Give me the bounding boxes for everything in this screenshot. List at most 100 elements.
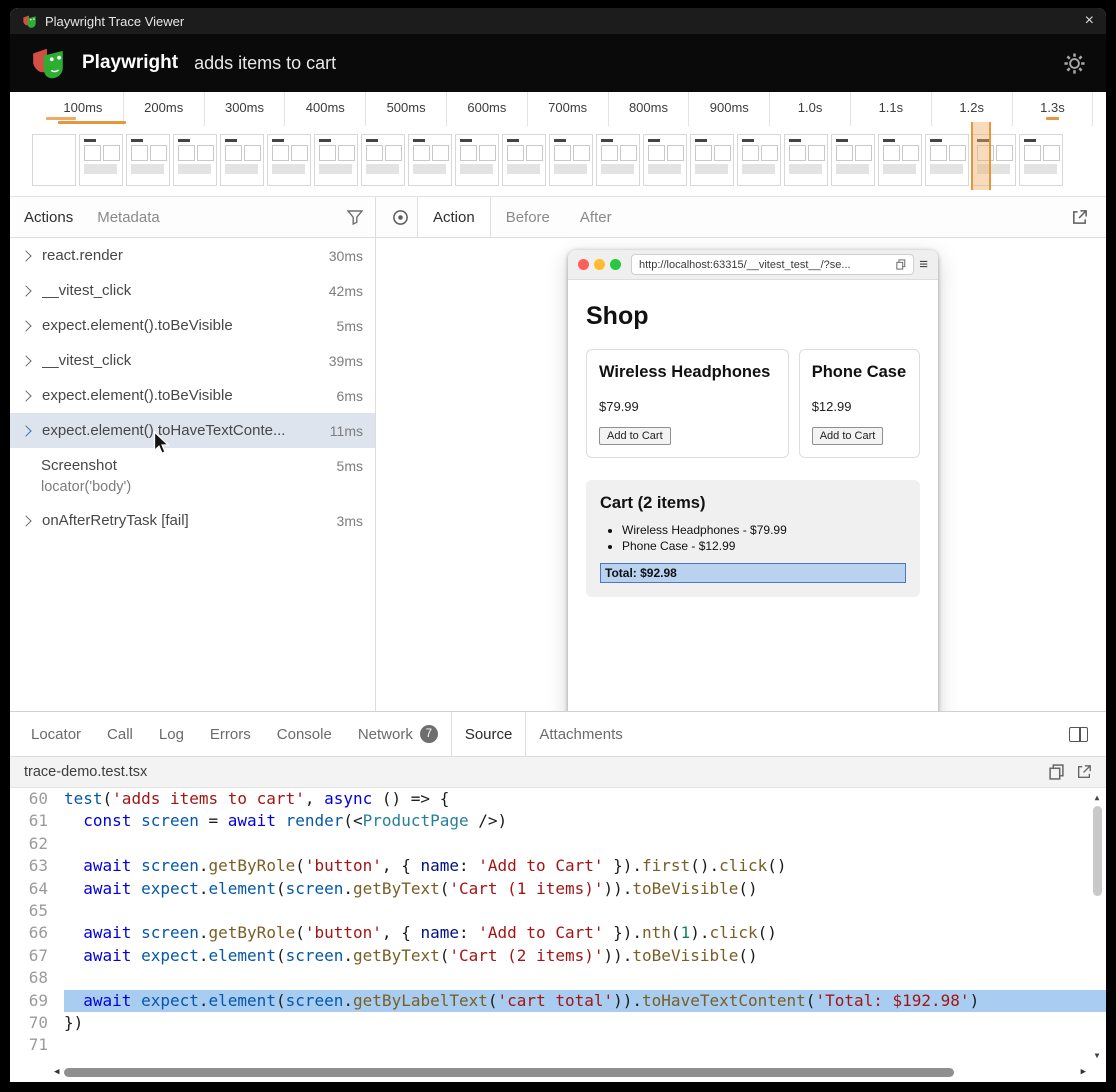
settings-gear-icon[interactable] — [1063, 52, 1086, 75]
timeline-thumbnail[interactable] — [737, 134, 781, 186]
timeline-thumbnail[interactable] — [79, 134, 123, 186]
tab-network[interactable]: Network7 — [345, 712, 451, 756]
timeline-thumbnail[interactable] — [1019, 134, 1063, 186]
timeline-thumbnail[interactable] — [32, 134, 76, 186]
pick-locator-icon[interactable] — [392, 209, 409, 226]
code-text — [64, 967, 1106, 989]
cart-item: Phone Case - $12.99 — [622, 539, 906, 553]
tab-locator[interactable]: Locator — [18, 712, 94, 756]
action-list-item[interactable]: __vitest_click39ms — [10, 343, 375, 378]
chevron-right-icon[interactable] — [20, 515, 31, 526]
timeline[interactable]: 100ms200ms300ms400ms500ms600ms700ms800ms… — [10, 92, 1106, 197]
timeline-thumbnail[interactable] — [502, 134, 546, 186]
timeline-thumbnail[interactable] — [126, 134, 170, 186]
open-source-external-icon[interactable] — [1076, 764, 1092, 780]
timeline-thumbnail[interactable] — [925, 134, 969, 186]
scroll-right-icon[interactable]: ▶ — [1081, 1068, 1086, 1077]
action-row[interactable]: __vitest_click42ms — [10, 273, 375, 308]
timeline-thumbnail[interactable] — [596, 134, 640, 186]
layout-toggle-icon[interactable] — [1069, 727, 1088, 742]
timeline-thumbnail[interactable] — [643, 134, 687, 186]
action-row[interactable]: react.render30ms — [10, 238, 375, 273]
timeline-thumbnail[interactable] — [878, 134, 922, 186]
tab-call[interactable]: Call — [94, 712, 146, 756]
action-row[interactable]: expect.element().toHaveTextConte...11ms — [10, 413, 375, 448]
timeline-label: 1.3s — [1013, 92, 1094, 126]
chevron-right-icon[interactable] — [20, 425, 31, 436]
timeline-thumbnail[interactable] — [784, 134, 828, 186]
line-number: 62 — [10, 833, 64, 855]
scroll-left-icon[interactable]: ◀ — [54, 1068, 59, 1077]
source-code-view[interactable]: 60test('adds items to cart', async () =>… — [10, 788, 1106, 1082]
action-list-item[interactable]: expect.element().toBeVisible5ms — [10, 308, 375, 343]
timeline-thumbnail[interactable] — [549, 134, 593, 186]
copy-url-icon[interactable] — [896, 259, 906, 270]
scroll-down-icon[interactable]: ▼ — [1095, 1052, 1100, 1060]
tab-console[interactable]: Console — [264, 712, 345, 756]
timeline-thumbnail[interactable] — [408, 134, 452, 186]
brand-name: Playwright — [82, 52, 178, 74]
action-row[interactable]: expect.element().toBeVisible6ms — [10, 378, 375, 413]
tab-after[interactable]: After — [565, 197, 627, 237]
line-number: 64 — [10, 878, 64, 900]
timeline-thumbnail[interactable] — [831, 134, 875, 186]
tab-actions[interactable]: Actions — [22, 197, 75, 237]
url-text: http://localhost:63315/__vitest_test__/?… — [639, 259, 891, 271]
timeline-label: 1.2s — [932, 92, 1013, 126]
action-list-item[interactable]: react.render30ms — [10, 238, 375, 273]
browser-menu-icon[interactable]: ≡ — [919, 257, 928, 272]
timeline-thumbnail[interactable] — [690, 134, 734, 186]
thumb-cards-mark — [695, 145, 733, 161]
cart-item: Wireless Headphones - $79.99 — [622, 523, 906, 537]
action-list-item[interactable]: expect.element().toHaveTextConte...11ms — [10, 413, 375, 448]
tab-errors[interactable]: Errors — [197, 712, 264, 756]
chevron-right-icon[interactable] — [20, 250, 31, 261]
tab-source[interactable]: Source — [451, 712, 527, 756]
action-list-item[interactable]: onAfterRetryTask [fail]3ms — [10, 503, 375, 538]
action-row[interactable]: __vitest_click39ms — [10, 343, 375, 378]
action-row[interactable]: onAfterRetryTask [fail]3ms — [10, 503, 375, 538]
tab-metadata[interactable]: Metadata — [95, 197, 162, 237]
chevron-right-icon[interactable] — [20, 320, 31, 331]
thumb-cart-mark — [272, 164, 305, 174]
action-list-item[interactable]: expect.element().toBeVisible6ms — [10, 378, 375, 413]
action-row[interactable]: Screenshot5ms — [10, 448, 375, 483]
add-to-cart-button[interactable]: Add to Cart — [599, 427, 671, 445]
filter-icon[interactable] — [347, 210, 363, 225]
action-list-item[interactable]: __vitest_click42ms — [10, 273, 375, 308]
copy-source-icon[interactable] — [1049, 764, 1064, 780]
vertical-scrollbar[interactable]: ▲ ▼ — [1091, 794, 1103, 1060]
action-name: Screenshot — [41, 457, 327, 474]
chevron-right-icon[interactable] — [20, 285, 31, 296]
timeline-thumbnail[interactable] — [455, 134, 499, 186]
add-to-cart-button[interactable]: Add to Cart — [812, 427, 884, 445]
timeline-label: 300ms — [205, 92, 286, 126]
horizontal-scrollbar[interactable]: ◀ ▶ — [54, 1066, 1086, 1079]
action-list-item[interactable]: Screenshot5mslocator('body') — [10, 448, 375, 503]
line-number: 67 — [10, 945, 64, 967]
tab-action[interactable]: Action — [417, 197, 491, 237]
code-line: 70}) — [10, 1012, 1106, 1034]
tab-before[interactable]: Before — [491, 197, 565, 237]
code-text — [64, 900, 1106, 922]
chevron-right-icon[interactable] — [20, 355, 31, 366]
scrollbar-thumb[interactable] — [64, 1068, 954, 1077]
close-icon[interactable]: × — [1085, 13, 1094, 29]
thumb-cart-mark — [648, 164, 681, 174]
tab-attachments[interactable]: Attachments — [526, 712, 635, 756]
timeline-thumbnail[interactable] — [361, 134, 405, 186]
scroll-up-icon[interactable]: ▲ — [1095, 794, 1100, 802]
action-row[interactable]: expect.element().toBeVisible5ms — [10, 308, 375, 343]
timeline-label: 200ms — [124, 92, 205, 126]
thumb-title-mark — [366, 139, 378, 142]
open-external-icon[interactable] — [1071, 209, 1088, 226]
timeline-thumbnail[interactable] — [220, 134, 264, 186]
line-number: 71 — [10, 1034, 64, 1056]
timeline-thumbnail[interactable] — [173, 134, 217, 186]
timeline-thumbnail[interactable] — [267, 134, 311, 186]
code-text: await expect.element(screen.getByText('C… — [64, 945, 1106, 967]
chevron-right-icon[interactable] — [20, 390, 31, 401]
timeline-thumbnail[interactable] — [314, 134, 358, 186]
timeline-filmstrip[interactable] — [10, 126, 1106, 186]
tab-log[interactable]: Log — [146, 712, 197, 756]
